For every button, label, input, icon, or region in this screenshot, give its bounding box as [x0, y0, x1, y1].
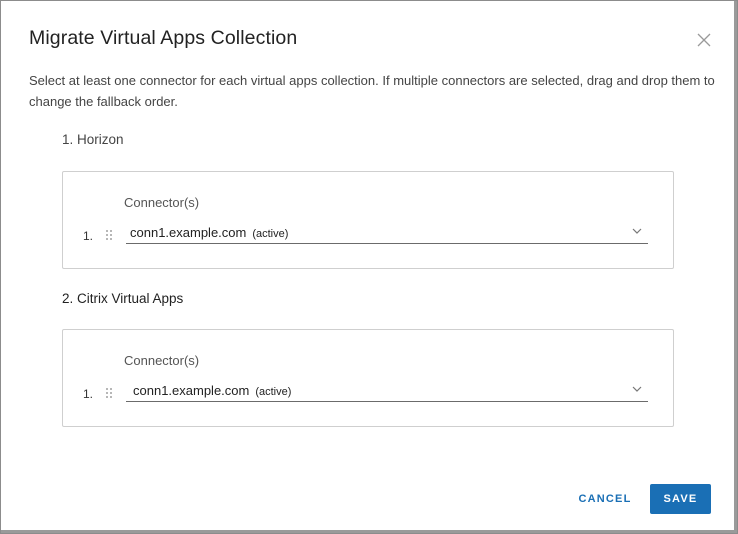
collection-title-citrix: 2. Citrix Virtual Apps: [62, 291, 184, 306]
connector-select-value: conn1.example.com (active): [133, 383, 291, 398]
connector-card-citrix: Connector(s) 1. conn1.example.com (active…: [62, 329, 674, 427]
connector-label: Connector(s): [124, 195, 200, 210]
chevron-down-icon: [632, 228, 642, 234]
connector-label: Connector(s): [124, 353, 200, 368]
dialog-description: Select at least one connector for each v…: [29, 73, 715, 109]
save-button[interactable]: SAVE: [650, 484, 711, 514]
close-button[interactable]: [695, 31, 713, 49]
drag-handle-icon[interactable]: [105, 229, 113, 241]
connector-status: (active): [255, 386, 292, 398]
close-icon: [695, 31, 713, 49]
connector-row-index: 1.: [83, 229, 94, 243]
connector-select[interactable]: conn1.example.com (active): [126, 219, 648, 244]
connector-row-index: 1.: [83, 387, 94, 401]
collection-title-horizon: 1. Horizon: [62, 132, 124, 147]
connector-select[interactable]: conn1.example.com (active): [126, 377, 648, 402]
connector-name: conn1.example.com: [133, 383, 250, 398]
connector-status: (active): [252, 228, 289, 240]
cancel-button[interactable]: CANCEL: [573, 486, 637, 512]
connector-select-value: conn1.example.com (active): [130, 225, 288, 240]
chevron-down-icon: [632, 386, 642, 392]
drag-handle-icon[interactable]: [105, 387, 113, 399]
dialog-title: Migrate Virtual Apps Collection: [29, 27, 298, 49]
connector-card-horizon: Connector(s) 1. conn1.example.com (active…: [62, 171, 674, 269]
connector-name: conn1.example.com: [130, 225, 247, 240]
migrate-dialog: Migrate Virtual Apps Collection Select a…: [0, 0, 738, 534]
